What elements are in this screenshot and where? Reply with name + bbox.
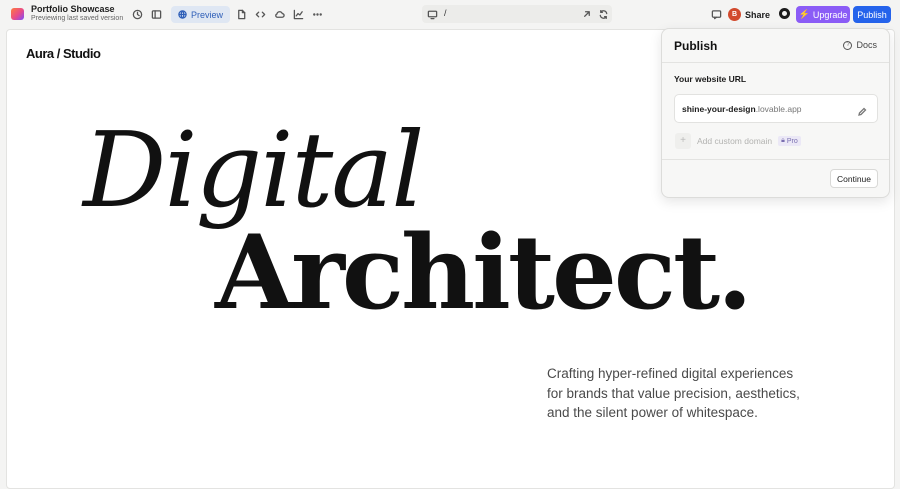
url-slug: shine-your-design.lovable.app	[682, 104, 802, 114]
project-name[interactable]: Portfolio Showcase	[31, 4, 115, 14]
panel-title: Publish	[674, 39, 718, 53]
bolt-icon: ⚡	[798, 9, 810, 19]
divider	[662, 62, 889, 63]
top-toolbar: Portfolio Showcase ⌄ Previewing last sav…	[0, 0, 900, 28]
desktop-icon[interactable]	[426, 8, 438, 20]
more-icon[interactable]	[311, 8, 323, 20]
website-url-field[interactable]: shine-your-design.lovable.app	[674, 94, 878, 123]
cloud-icon[interactable]	[273, 8, 285, 20]
url-slug-text: shine-your-design	[682, 104, 756, 114]
share-button[interactable]: B Share	[728, 6, 770, 23]
lock-icon: 🔒︎	[781, 137, 785, 144]
chevron-down-icon[interactable]: ⌄	[106, 4, 113, 13]
url-path[interactable]: /	[444, 8, 447, 18]
chart-icon[interactable]	[292, 8, 304, 20]
preview-label: Preview	[191, 9, 224, 20]
edit-icon[interactable]	[857, 104, 867, 116]
pro-badge: 🔒︎ Pro	[778, 136, 801, 146]
code-icon[interactable]	[254, 8, 266, 20]
site-brand[interactable]: Aura / Studio	[26, 46, 101, 61]
hero-heading-line2: Architect.	[215, 213, 753, 333]
upgrade-button[interactable]: ⚡ Upgrade	[796, 6, 850, 23]
refresh-icon[interactable]	[597, 8, 609, 20]
globe-icon	[178, 10, 187, 19]
app-logo[interactable]	[11, 8, 24, 20]
github-icon[interactable]	[779, 8, 790, 19]
publish-panel: Publish ? Docs Your website URL shine-yo…	[661, 28, 890, 198]
sidebar-icon[interactable]	[150, 8, 162, 20]
url-bar[interactable]: /	[422, 5, 612, 23]
docs-label: Docs	[856, 40, 877, 50]
preview-button[interactable]: Preview	[171, 6, 230, 23]
file-icon[interactable]	[235, 8, 247, 20]
external-link-icon[interactable]	[580, 8, 592, 20]
upgrade-label: Upgrade	[812, 9, 848, 20]
publish-label: Publish	[857, 9, 887, 20]
url-label: Your website URL	[674, 74, 747, 84]
url-suffix: .lovable.app	[755, 104, 802, 114]
chat-icon[interactable]	[710, 8, 722, 20]
hero-tagline: Crafting hyper-refined digital experienc…	[547, 366, 800, 420]
continue-label: Continue	[836, 173, 872, 184]
add-custom-domain-row[interactable]: + Add custom domain 🔒︎ Pro	[675, 133, 801, 149]
avatar: B	[728, 8, 741, 21]
pro-label: Pro	[786, 137, 798, 145]
continue-button[interactable]: Continue	[830, 169, 878, 188]
plus-icon: +	[675, 133, 691, 149]
divider	[662, 159, 889, 160]
publish-button[interactable]: Publish	[853, 6, 891, 23]
help-icon: ?	[843, 40, 853, 50]
hero-heading-line1: Digital	[83, 109, 425, 231]
project-subtitle: Previewing last saved version	[31, 15, 124, 22]
docs-link[interactable]: ? Docs	[843, 40, 877, 50]
custom-domain-label: Add custom domain	[697, 136, 773, 146]
share-label: Share	[745, 9, 771, 20]
history-icon[interactable]	[131, 8, 143, 20]
